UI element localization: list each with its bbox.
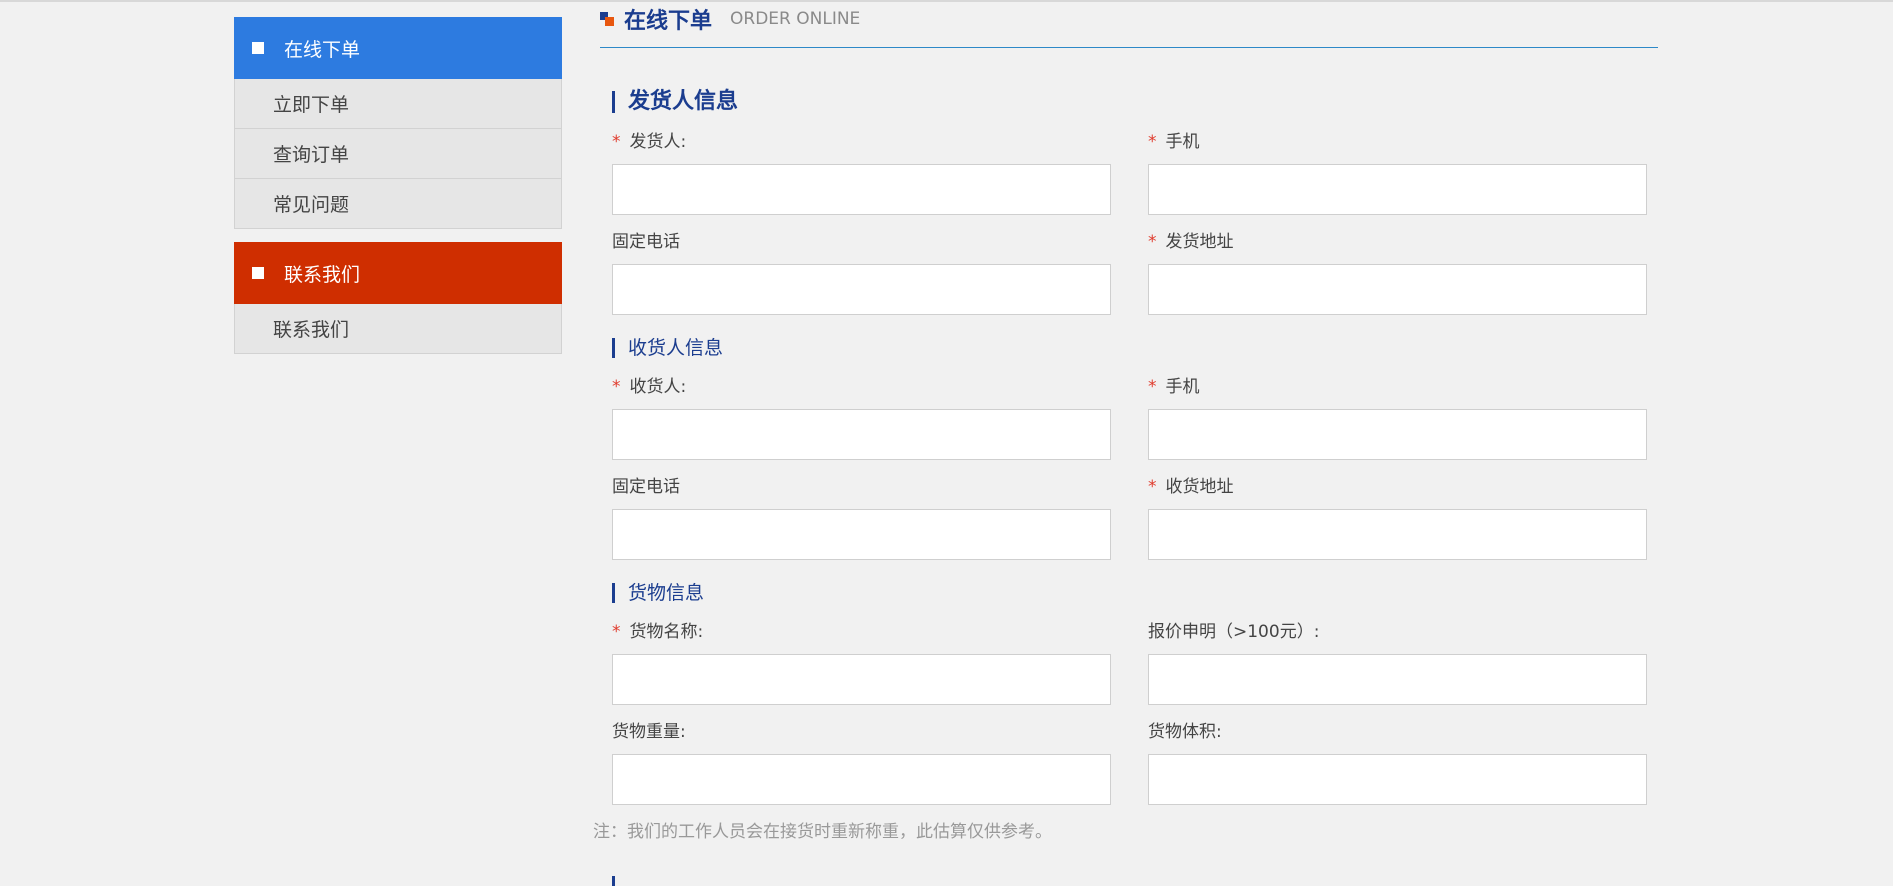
- receiver-phone-input[interactable]: [612, 509, 1111, 560]
- goods-volume-label: 货物体积:: [1148, 722, 1222, 742]
- insured-value-input[interactable]: [1148, 654, 1647, 705]
- page-header: 在线下单 ORDER ONLINE: [600, 4, 860, 34]
- page-subtitle: ORDER ONLINE: [730, 9, 861, 29]
- receiver-name-input[interactable]: [612, 409, 1111, 460]
- receiver-phone-label: 固定电话: [612, 477, 680, 497]
- goods-section-title: 货物信息: [612, 583, 704, 603]
- receiver-address-input[interactable]: [1148, 509, 1647, 560]
- sender-mobile-label: * 手机: [1148, 132, 1200, 152]
- receiver-section-title: 收货人信息: [612, 338, 723, 358]
- next-section-marker: [612, 876, 615, 886]
- goods-name-label: * 货物名称:: [612, 622, 704, 642]
- sender-phone-input[interactable]: [612, 264, 1111, 315]
- required-mark: *: [612, 132, 621, 152]
- required-mark: *: [612, 377, 621, 397]
- receiver-mobile-label: * 手机: [1148, 377, 1200, 397]
- sidebar-header-label: 联系我们: [284, 263, 361, 286]
- top-border: [0, 0, 1893, 2]
- sidebar-header-order[interactable]: 在线下单: [234, 17, 562, 79]
- sender-name-label: * 发货人:: [612, 132, 687, 152]
- section-logo-icon: [600, 12, 614, 26]
- goods-weight-input[interactable]: [612, 754, 1111, 805]
- sender-address-input[interactable]: [1148, 264, 1647, 315]
- receiver-name-label: * 收货人:: [612, 377, 687, 397]
- goods-volume-input[interactable]: [1148, 754, 1647, 805]
- required-mark: *: [612, 622, 621, 642]
- sidebar-item-place-order[interactable]: 立即下单: [234, 79, 562, 129]
- sidebar-header-contact[interactable]: 联系我们: [234, 242, 562, 304]
- required-mark: *: [1148, 132, 1157, 152]
- goods-weight-label: 货物重量:: [612, 722, 686, 742]
- square-bullet-icon: [252, 267, 264, 279]
- sender-section-title: 发货人信息: [612, 91, 738, 113]
- goods-name-input[interactable]: [612, 654, 1111, 705]
- sidebar-item-query-order[interactable]: 查询订单: [234, 129, 562, 179]
- sidebar-group-contact: 联系我们 联系我们: [234, 242, 562, 354]
- sidebar: 在线下单 立即下单 查询订单 常见问题 联系我们 联系我们: [234, 17, 562, 367]
- sidebar-item-contact-us[interactable]: 联系我们: [234, 304, 562, 354]
- required-mark: *: [1148, 477, 1157, 497]
- square-bullet-icon: [252, 42, 264, 54]
- weight-note: 注：我们的工作人员会在接货时重新称重，此估算仅供参考。: [593, 822, 1052, 842]
- sender-mobile-input[interactable]: [1148, 164, 1647, 215]
- header-divider: [600, 47, 1658, 48]
- page-title: 在线下单: [624, 9, 713, 34]
- sender-name-input[interactable]: [612, 164, 1111, 215]
- required-mark: *: [1148, 377, 1157, 397]
- sidebar-item-faq[interactable]: 常见问题: [234, 179, 562, 229]
- sender-address-label: * 发货地址: [1148, 232, 1234, 252]
- insured-value-label: 报价申明（>100元）:: [1148, 622, 1320, 642]
- required-mark: *: [1148, 232, 1157, 252]
- receiver-address-label: * 收货地址: [1148, 477, 1234, 497]
- sidebar-group-order: 在线下单 立即下单 查询订单 常见问题: [234, 17, 562, 229]
- sender-phone-label: 固定电话: [612, 232, 680, 252]
- sidebar-header-label: 在线下单: [284, 38, 361, 61]
- receiver-mobile-input[interactable]: [1148, 409, 1647, 460]
